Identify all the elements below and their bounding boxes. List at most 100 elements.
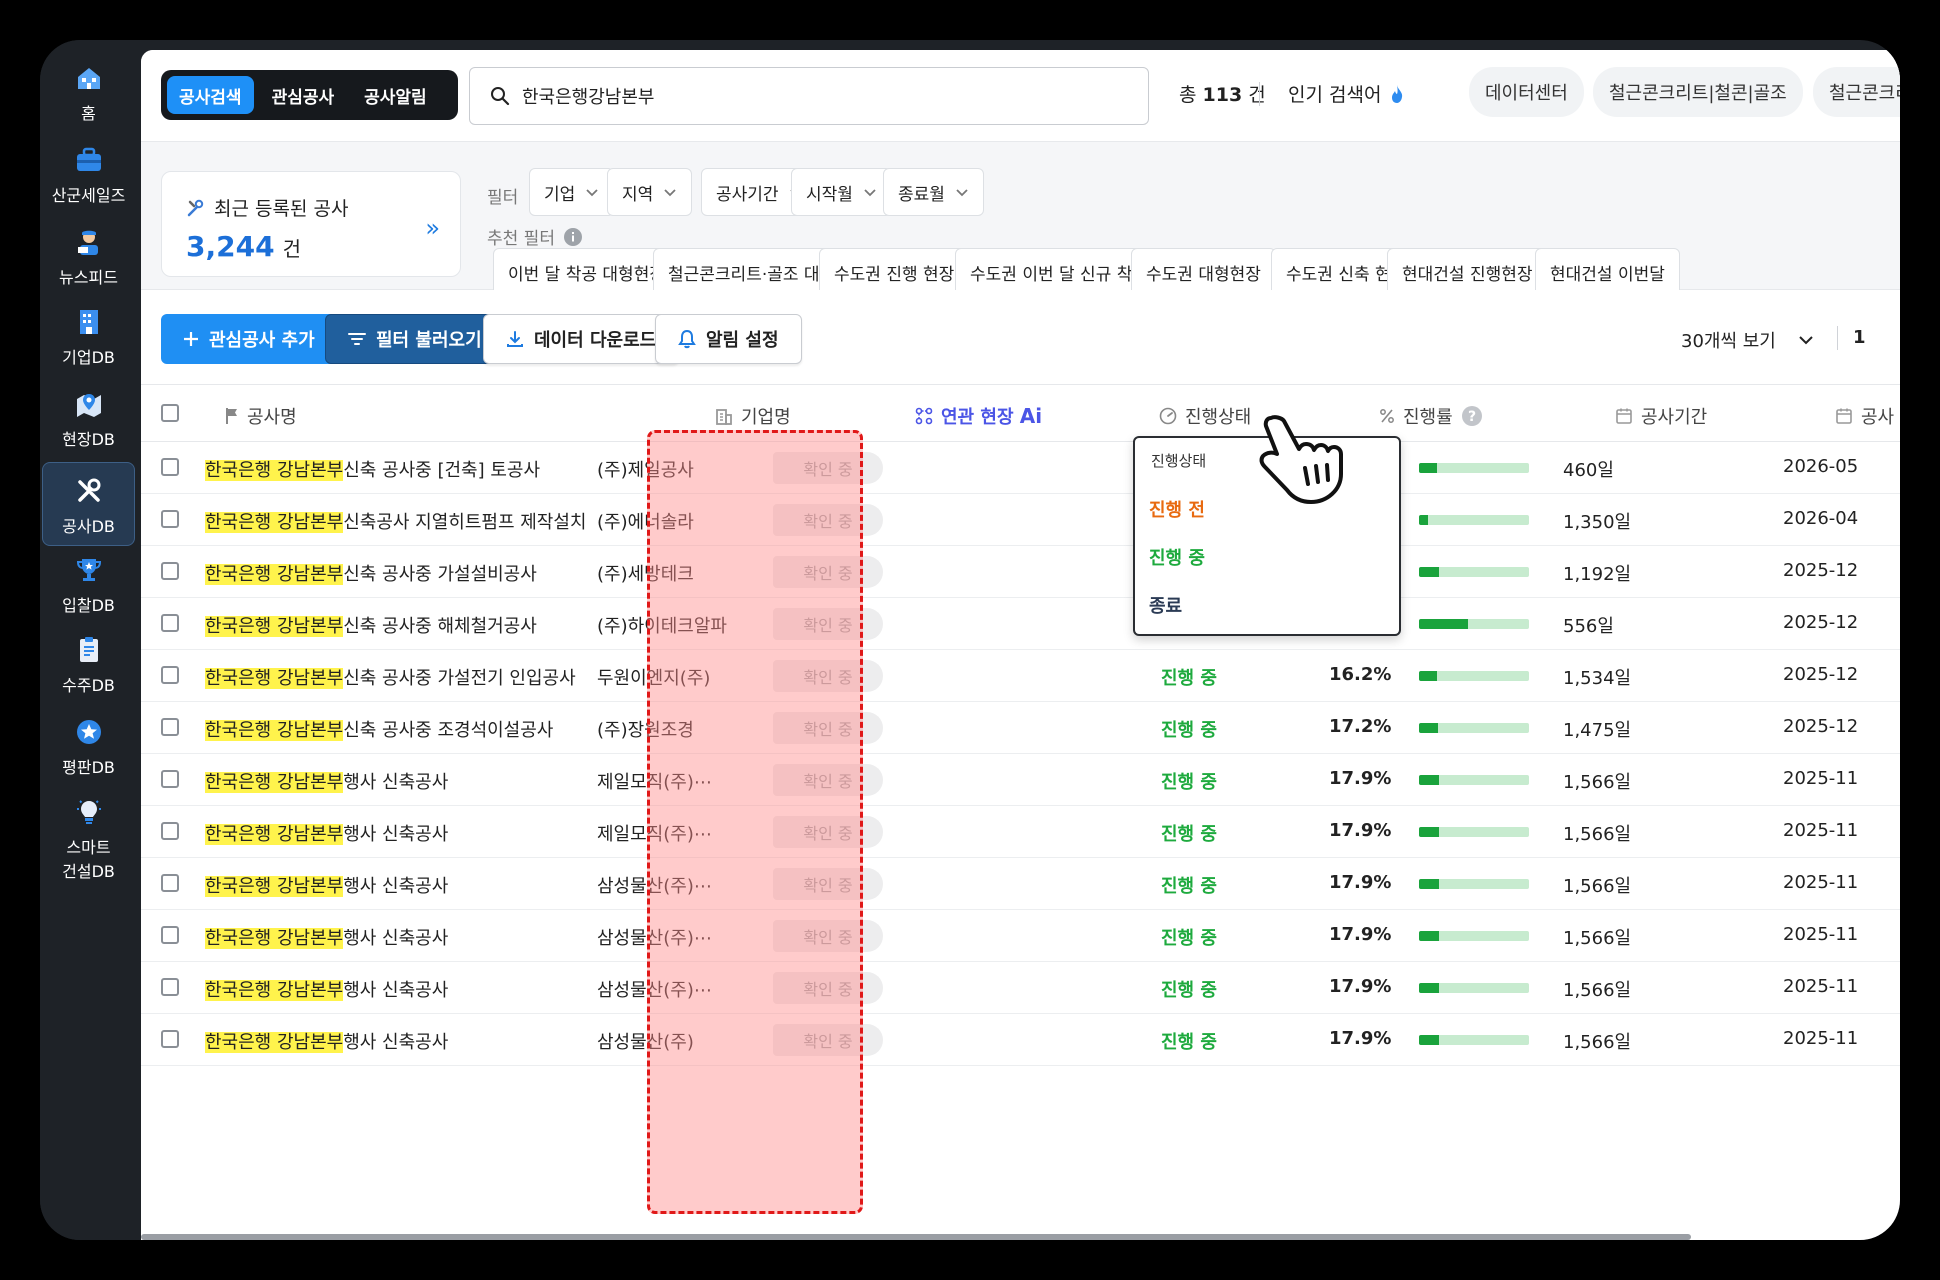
search-value: 한국은행강남본부 <box>522 87 655 108</box>
table-row[interactable]: 한국은행 강남본부행사 신축공사 삼성물산(주) 확인 중 진행 중 17.9% 1,56… <box>141 1014 1900 1066</box>
row-checkbox[interactable] <box>161 666 179 684</box>
construction-period: 1,566일 <box>1563 1032 1632 1053</box>
plus-icon <box>184 332 198 346</box>
table-row[interactable]: 한국은행 강남본부행사 신축공사 제일모직(주)⋯ 확인 중 진행 중 17.9% 1,5… <box>141 754 1900 806</box>
data-download-button[interactable]: 데이터 다운로드 <box>483 314 680 364</box>
per-page-select[interactable]: 30개씩 보기 <box>1681 327 1814 353</box>
recommend-chip[interactable]: 현대건설 진행현장 <box>1387 248 1548 296</box>
recommend-chip[interactable]: 이번 달 착공 대형현장 <box>493 248 680 296</box>
sidebar-item-5[interactable]: 현장DB <box>42 386 135 452</box>
page-number[interactable]: 1 <box>1853 327 1866 348</box>
construction-name[interactable]: 한국은행 강남본부행사 신축공사 <box>205 924 448 950</box>
construction-name[interactable]: 한국은행 강남본부신축공사 지열히트펌프 제작설치 <box>205 508 587 534</box>
tab-interest-construction[interactable]: 관심공사 <box>260 76 347 114</box>
header-date[interactable]: 공사 <box>1835 403 1894 429</box>
table-row[interactable]: 한국은행 강남본부신축공사 지열히트펌프 제작설치(주)에너솔라확인 중%1,3… <box>141 494 1900 546</box>
status-option-before[interactable]: 진행 전 <box>1149 496 1205 522</box>
construction-name[interactable]: 한국은행 강남본부행사 신축공사 <box>205 872 448 898</box>
recent-construction-card[interactable]: 최근 등록된 공사 3,244 건 » <box>161 171 461 277</box>
row-checkbox[interactable] <box>161 614 179 632</box>
row-checkbox[interactable] <box>161 926 179 944</box>
row-checkbox[interactable] <box>161 1030 179 1048</box>
construction-name[interactable]: 한국은행 강남본부신축 공사중 해체철거공사 <box>205 612 537 638</box>
table-row[interactable]: 한국은행 강남본부행사 신축공사 삼성물산(주)⋯ 확인 중 진행 중 17.9% 1,5… <box>141 858 1900 910</box>
header-company[interactable]: 기업명 <box>715 403 791 429</box>
company-name[interactable]: (주)제일공사 <box>597 456 694 482</box>
status-option-ended[interactable]: 종료 <box>1149 592 1182 618</box>
row-checkbox[interactable] <box>161 510 179 528</box>
header-name[interactable]: 공사명 <box>225 403 297 429</box>
row-checkbox[interactable] <box>161 978 179 996</box>
company-name[interactable]: (주)하이테크알파 <box>597 612 727 638</box>
filter-select[interactable]: 기업 <box>529 168 615 216</box>
progress-bar <box>1419 879 1529 889</box>
construction-name[interactable]: 한국은행 강남본부행사 신축공사 <box>205 976 448 1002</box>
alert-settings-button[interactable]: 알림 설정 <box>655 314 802 364</box>
header-progress[interactable]: 진행률 ? <box>1379 403 1491 429</box>
filter-select[interactable]: 종료월 <box>883 168 984 216</box>
header-status[interactable]: 진행상태 <box>1159 403 1251 429</box>
table-row[interactable]: 한국은행 강남본부행사 신축공사 삼성물산(주)⋯ 확인 중 진행 중 17.9% 1,5… <box>141 910 1900 962</box>
add-interest-button[interactable]: 관심공사 추가 <box>161 314 337 364</box>
company-name[interactable]: 삼성물산(주)⋯ <box>597 976 712 1002</box>
sidebar-item-9[interactable]: 평판DB <box>42 714 135 780</box>
table-row[interactable]: 한국은행 강남본부신축 공사중 조경석이설공사 (주)장원조경 확인 중 진행 중 17… <box>141 702 1900 754</box>
select-all-checkbox[interactable] <box>161 404 179 422</box>
tab-construction-alerts[interactable]: 공사알림 <box>352 76 439 114</box>
table-row[interactable]: 한국은행 강남본부신축 공사중 해체철거공사(주)하이테크알파확인 중진행 중4… <box>141 598 1900 650</box>
popular-chip[interactable]: 데이터센터 <box>1469 67 1584 117</box>
sidebar-item-2[interactable]: 산군세일즈 <box>42 142 135 208</box>
sidebar-item-1[interactable]: 홈 <box>42 60 135 126</box>
search-input[interactable]: 한국은행강남본부 <box>469 67 1149 125</box>
company-name[interactable]: 제일모직(주)⋯ <box>597 768 712 794</box>
recommend-chip[interactable]: 수도권 대형현장 <box>1131 248 1276 296</box>
row-checkbox[interactable] <box>161 562 179 580</box>
sidebar-item-3[interactable]: 뉴스피드 <box>42 224 135 290</box>
table-row[interactable]: 한국은행 강남본부행사 신축공사 삼성물산(주)⋯ 확인 중 진행 중 17.9% 1,5… <box>141 962 1900 1014</box>
construction-name[interactable]: 한국은행 강남본부신축 공사중 가설전기 인입공사 <box>205 664 576 690</box>
construction-name[interactable]: 한국은행 강남본부행사 신축공사 <box>205 820 448 846</box>
table-row[interactable]: 한국은행 강남본부신축 공사중 [건축] 토공사(주)제일공사확인 중6%460… <box>141 442 1900 494</box>
construction-name[interactable]: 한국은행 강남본부신축 공사중 [건축] 토공사 <box>205 456 540 482</box>
construction-name[interactable]: 한국은행 강남본부행사 신축공사 <box>205 768 448 794</box>
tab-construction-search[interactable]: 공사검색 <box>167 76 254 114</box>
row-checkbox[interactable] <box>161 874 179 892</box>
info-icon[interactable] <box>563 227 583 247</box>
construction-name[interactable]: 한국은행 강남본부신축 공사중 가설설비공사 <box>205 560 537 586</box>
sidebar-item-8[interactable]: 수주DB <box>42 632 135 698</box>
row-checkbox[interactable] <box>161 770 179 788</box>
company-name[interactable]: 삼성물산(주)⋯ <box>597 872 712 898</box>
row-checkbox[interactable] <box>161 458 179 476</box>
table-row[interactable]: 한국은행 강남본부신축 공사중 가설설비공사(주)세방테크확인 중5%1,192… <box>141 546 1900 598</box>
filter-select[interactable]: 지역 <box>607 168 693 216</box>
filter-select[interactable]: 시작월 <box>791 168 892 216</box>
row-checkbox[interactable] <box>161 718 179 736</box>
construction-name[interactable]: 한국은행 강남본부신축 공사중 조경석이설공사 <box>205 716 553 742</box>
load-filter-button[interactable]: 필터 불러오기 <box>325 314 505 364</box>
table-row[interactable]: 한국은행 강남본부신축 공사중 가설전기 인입공사 두원이엔지(주) 확인 중 진행 … <box>141 650 1900 702</box>
help-icon[interactable]: ? <box>1461 405 1483 427</box>
popular-chip[interactable]: 철근콘크리트|철콘|골조 <box>1593 67 1803 117</box>
horizontal-scrollbar[interactable] <box>141 1234 1691 1240</box>
recommend-chip[interactable]: 수도권 진행 현장 <box>819 248 970 296</box>
company-name[interactable]: 제일모직(주)⋯ <box>597 820 712 846</box>
company-name[interactable]: 삼성물산(주)⋯ <box>597 924 712 950</box>
company-name[interactable]: 두원이엔지(주) <box>597 664 710 690</box>
sidebar-item-10[interactable]: 스마트 건설DB <box>42 794 135 884</box>
sidebar-item-6[interactable]: 공사DB <box>42 462 135 546</box>
header-period[interactable]: 공사기간 <box>1615 403 1707 429</box>
sidebar-item-7[interactable]: 입찰DB <box>42 552 135 618</box>
recommend-chip[interactable]: 현대건설 이번달 <box>1535 248 1680 296</box>
popular-chip[interactable]: 철근콘크리트 <box>1813 67 1900 117</box>
construction-name[interactable]: 한국은행 강남본부행사 신축공사 <box>205 1028 448 1054</box>
company-name[interactable]: 삼성물산(주) <box>597 1028 694 1054</box>
status-option-ongoing[interactable]: 진행 중 <box>1149 544 1205 570</box>
header-related-site[interactable]: 연관 현장 Ai <box>915 403 1042 429</box>
company-name[interactable]: (주)세방테크 <box>597 560 694 586</box>
table-row[interactable]: 한국은행 강남본부행사 신축공사 제일모직(주)⋯ 확인 중 진행 중 17.9% 1,5… <box>141 806 1900 858</box>
double-chevron-right-icon[interactable]: » <box>425 214 440 242</box>
sidebar-item-4[interactable]: 기업DB <box>42 304 135 370</box>
company-name[interactable]: (주)에너솔라 <box>597 508 694 534</box>
row-checkbox[interactable] <box>161 822 179 840</box>
company-name[interactable]: (주)장원조경 <box>597 716 694 742</box>
